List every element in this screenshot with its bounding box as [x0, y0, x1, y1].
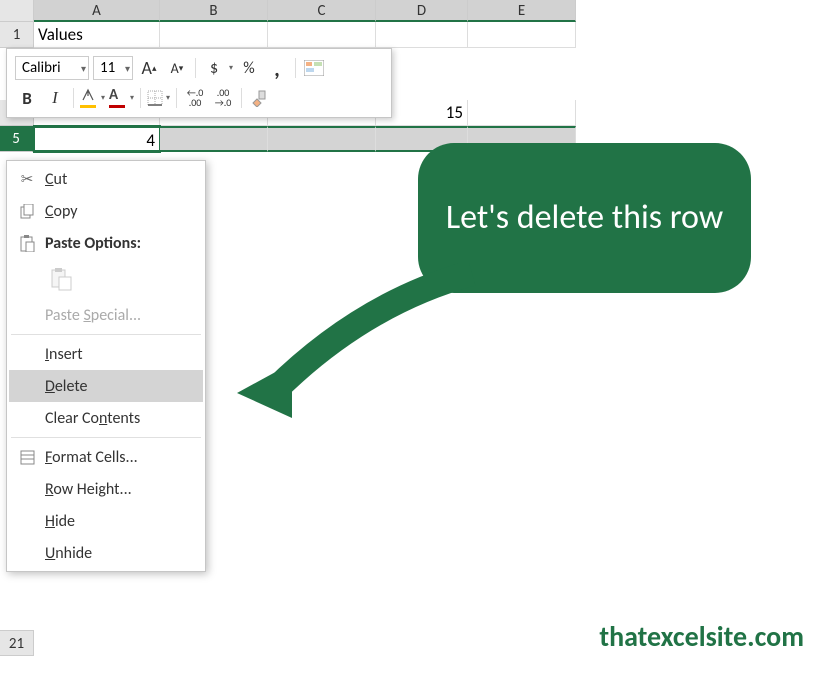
- separator: [176, 88, 177, 108]
- cell-d1[interactable]: [376, 22, 468, 48]
- format-cells-icon: [9, 441, 45, 473]
- decrease-font-button[interactable]: A▾: [165, 56, 189, 80]
- cell-b1[interactable]: [160, 22, 268, 48]
- paste-default-icon[interactable]: [45, 263, 77, 295]
- font-name-select[interactable]: Calibri ▾: [15, 56, 89, 80]
- cell-b5[interactable]: [160, 126, 268, 152]
- menu-separator: [11, 334, 201, 335]
- cell-e1[interactable]: [468, 22, 576, 48]
- row-header-1[interactable]: 1: [0, 22, 34, 48]
- separator: [295, 58, 296, 78]
- col-header-b[interactable]: B: [160, 0, 268, 22]
- mini-toolbar: Calibri ▾ 11 ▾ A▴ A▾ $ ▾ % , B I: [6, 48, 392, 118]
- context-menu: ✂ Cut Copy Paste Options: Paste Special.…: [6, 160, 206, 572]
- menu-hide[interactable]: Hide: [9, 505, 203, 537]
- borders-button[interactable]: ▾: [147, 90, 170, 106]
- row-header-5[interactable]: 5: [0, 126, 34, 152]
- italic-button[interactable]: I: [43, 86, 67, 110]
- menu-insert[interactable]: Insert: [9, 338, 203, 370]
- callout-text: Let's delete this row: [446, 196, 723, 240]
- chevron-down-icon: ▾: [227, 63, 233, 73]
- separator: [195, 58, 196, 78]
- percent-button[interactable]: %: [237, 56, 261, 80]
- cell-partial-e[interactable]: [468, 100, 576, 126]
- clipboard-icon: [9, 227, 45, 259]
- row-21: 21: [0, 630, 34, 656]
- scissors-icon: ✂: [9, 163, 45, 195]
- menu-clear-contents[interactable]: Clear Contents: [9, 402, 203, 434]
- select-all-corner[interactable]: [0, 0, 34, 22]
- separator: [140, 88, 141, 108]
- toolbar-row-2: B I ▾ A ▾ ▾ ←.0.00 .00→.0: [15, 83, 383, 113]
- chevron-down-icon: ▾: [99, 93, 105, 103]
- watermark-text: thatexcelsite.com: [599, 619, 804, 654]
- fill-color-button[interactable]: ▾: [80, 88, 105, 108]
- cell-c5[interactable]: [268, 126, 376, 152]
- decrease-decimal-button[interactable]: .00→.0: [211, 86, 235, 110]
- separator: [241, 88, 242, 108]
- increase-font-button[interactable]: A▴: [137, 56, 161, 80]
- copy-icon: [9, 195, 45, 227]
- bold-button[interactable]: B: [15, 86, 39, 110]
- col-header-c[interactable]: C: [268, 0, 376, 22]
- menu-separator: [11, 437, 201, 438]
- menu-paste-special: Paste Special...: [9, 299, 203, 331]
- paste-options-row: [9, 259, 203, 299]
- font-name-value: Calibri: [22, 59, 61, 77]
- row-header-21[interactable]: 21: [0, 630, 34, 656]
- row-1: 1 Values: [0, 22, 600, 48]
- cell-a5[interactable]: 4: [34, 126, 160, 152]
- chevron-down-icon: ▾: [125, 62, 130, 75]
- separator: [73, 88, 74, 108]
- col-header-e[interactable]: E: [468, 0, 576, 22]
- comma-button[interactable]: ,: [265, 56, 289, 80]
- menu-delete[interactable]: Delete: [9, 370, 203, 402]
- menu-paste-options: Paste Options:: [9, 227, 203, 259]
- menu-copy[interactable]: Copy: [9, 195, 203, 227]
- menu-row-height[interactable]: Row Height...: [9, 473, 203, 505]
- currency-button[interactable]: $ ▾: [202, 56, 233, 80]
- toolbar-row-1: Calibri ▾ 11 ▾ A▴ A▾ $ ▾ % ,: [15, 53, 383, 83]
- format-painter-button[interactable]: [248, 86, 272, 110]
- menu-cut[interactable]: ✂ Cut: [9, 163, 203, 195]
- col-header-d[interactable]: D: [376, 0, 468, 22]
- chevron-down-icon: ▾: [81, 62, 86, 75]
- chevron-down-icon: ▾: [164, 93, 170, 103]
- menu-format-cells[interactable]: Format Cells...: [9, 441, 203, 473]
- font-size-select[interactable]: 11 ▾: [93, 56, 133, 80]
- col-header-a[interactable]: A: [34, 0, 160, 22]
- cell-a1[interactable]: Values: [34, 22, 160, 48]
- font-color-button[interactable]: A ▾: [109, 88, 134, 108]
- cell-c1[interactable]: [268, 22, 376, 48]
- increase-decimal-button[interactable]: ←.0.00: [183, 86, 207, 110]
- chevron-down-icon: ▾: [128, 93, 134, 103]
- menu-unhide[interactable]: Unhide: [9, 537, 203, 569]
- column-headers-row: A B C D E: [0, 0, 600, 22]
- font-size-value: 11: [100, 59, 115, 77]
- conditional-format-button[interactable]: [302, 56, 326, 80]
- annotation-callout: Let's delete this row: [418, 143, 751, 293]
- callout-arrow-icon: [222, 263, 482, 423]
